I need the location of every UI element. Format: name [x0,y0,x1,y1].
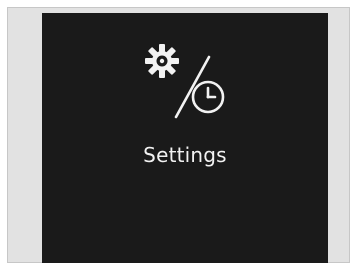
settings-icon-svg [145,44,225,119]
clock-icon [191,80,225,114]
divider-slash [174,55,211,119]
settings-screen: Settings [42,13,328,263]
settings-clock-icon-group [144,39,234,123]
screen-title: Settings [143,143,227,167]
gear-icon [145,44,179,78]
